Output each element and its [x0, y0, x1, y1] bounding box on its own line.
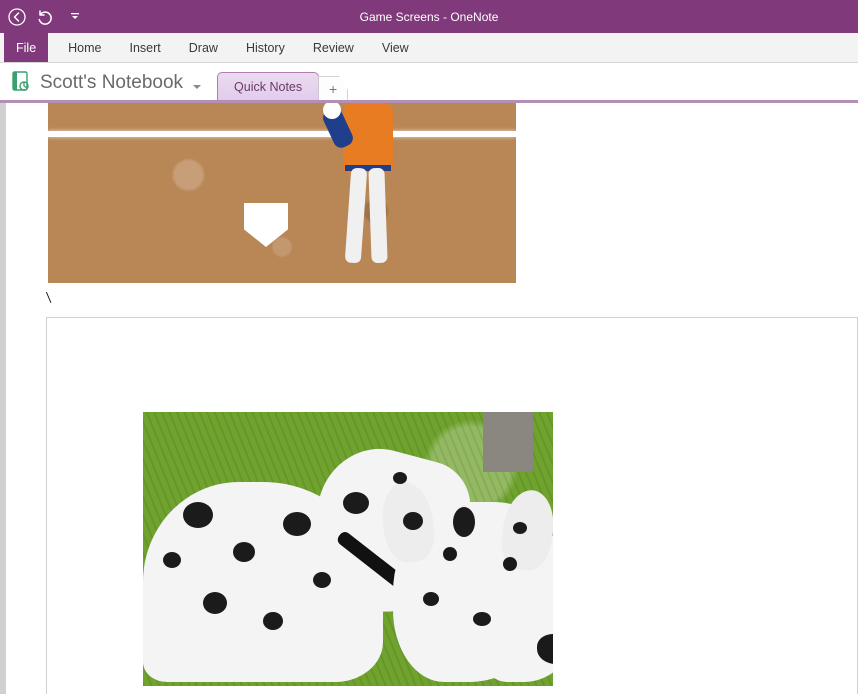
- ribbon-tabs: File Home Insert Draw History Review Vie…: [0, 33, 858, 63]
- title-bar: Game Screens - OneNote: [0, 0, 858, 33]
- inserted-image-dalmatian[interactable]: [143, 412, 553, 686]
- tab-insert[interactable]: Insert: [116, 33, 175, 62]
- tab-file[interactable]: File: [4, 33, 48, 62]
- inserted-image-baseball[interactable]: [48, 103, 516, 283]
- back-icon[interactable]: [8, 8, 26, 26]
- tab-home[interactable]: Home: [54, 33, 115, 62]
- notebook-dropdown[interactable]: Scott's Notebook: [40, 72, 203, 94]
- page-text[interactable]: \: [46, 289, 51, 306]
- tab-review[interactable]: Review: [299, 33, 368, 62]
- section-tab-quick-notes[interactable]: Quick Notes: [217, 72, 319, 100]
- add-section-button[interactable]: +: [318, 76, 348, 100]
- tab-view[interactable]: View: [368, 33, 423, 62]
- customize-qat-icon[interactable]: [70, 12, 80, 22]
- notebook-name: Scott's Notebook: [40, 72, 183, 94]
- notebook-icon[interactable]: [10, 70, 32, 92]
- tab-draw[interactable]: Draw: [175, 33, 232, 62]
- page-surface[interactable]: \: [6, 103, 858, 694]
- section-bar: Scott's Notebook Quick Notes +: [0, 63, 858, 103]
- undo-icon[interactable]: [36, 8, 54, 26]
- note-container[interactable]: [46, 317, 858, 694]
- page-canvas[interactable]: \: [0, 103, 858, 694]
- quick-access-toolbar: [8, 8, 80, 26]
- chevron-down-icon: [191, 77, 203, 89]
- window-title: Game Screens - OneNote: [0, 10, 858, 24]
- tab-history[interactable]: History: [232, 33, 299, 62]
